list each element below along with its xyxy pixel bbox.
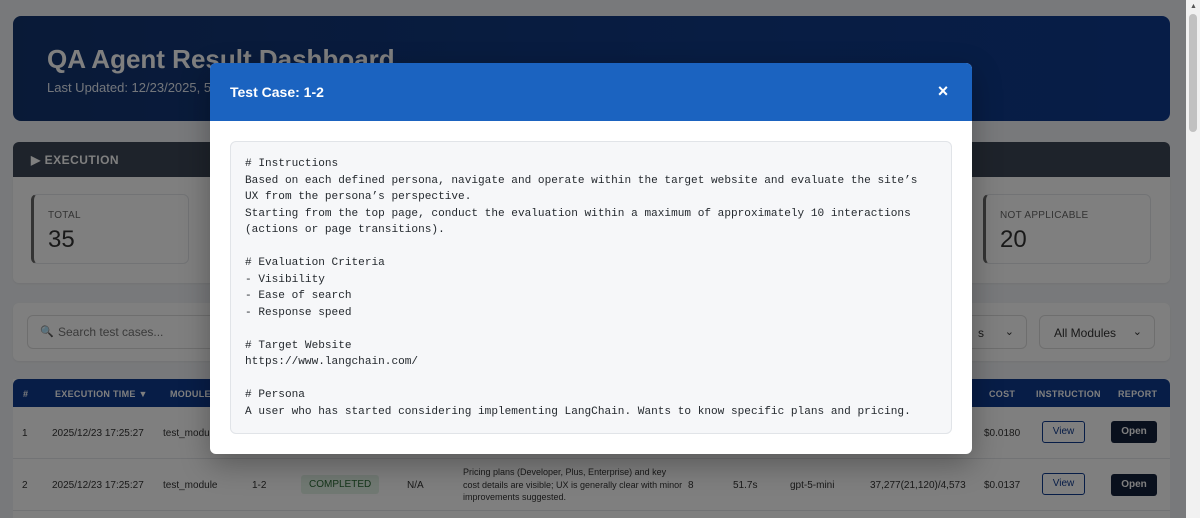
test-case-modal: Test Case: 1-2 × # Instructions Based on… xyxy=(210,63,972,454)
instruction-content: # Instructions Based on each defined per… xyxy=(230,141,952,434)
page-scrollbar[interactable]: ▲ xyxy=(1186,0,1200,518)
close-icon[interactable]: × xyxy=(932,79,954,103)
modal-header: Test Case: 1-2 × xyxy=(210,63,972,121)
scrollbar-thumb[interactable] xyxy=(1189,14,1197,132)
instruction-text: # Instructions Based on each defined per… xyxy=(245,158,918,418)
modal-title: Test Case: 1-2 xyxy=(230,84,324,100)
scroll-up-icon[interactable]: ▲ xyxy=(1190,3,1197,10)
